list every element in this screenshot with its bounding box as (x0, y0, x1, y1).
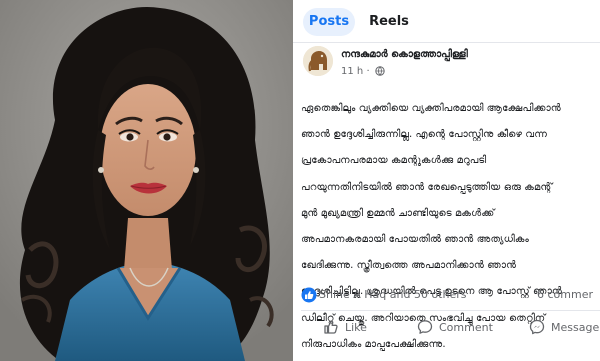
comment-button[interactable]: Comment (417, 318, 493, 338)
like-button[interactable]: Like (323, 318, 367, 338)
post-meta: 11 h · (341, 66, 385, 77)
comment-bubble-icon (417, 320, 433, 334)
post-text-line: പ്രകോപനപരമായ കമന്റുകൾക്കു മറുപടി (301, 155, 487, 167)
post-text-line: മുൻ മുഖ്യമന്ത്രി ഉമ്മൻ ചാണ്ടിയുടെ മകൾക്ക… (301, 207, 495, 219)
post-time[interactable]: 11 h (341, 66, 363, 77)
author-avatar[interactable] (303, 46, 333, 76)
tab-reels[interactable]: Reels (369, 8, 409, 36)
portrait-illustration (0, 0, 293, 361)
post-text-line: ഏതെങ്കിലും വ്യക്തിയെ വ്യക്തിപരമായി ആക്ഷേ… (301, 103, 561, 114)
elephant-icon (303, 46, 333, 76)
comment-label: Comment (439, 321, 493, 334)
post-text-line: ഞാൻ ഉദ്ദേശിച്ചിരുന്നില്ല. എന്റെ പോസ്റ്റി… (301, 129, 548, 141)
reactions-count[interactable]: Shine A Haq and 50 others (319, 286, 466, 304)
profile-photo (0, 0, 293, 361)
post-text-line: പറയുന്നതിനിടയിൽ ഞാൻ രേഖപ്പെടുത്തിയ ഒരു ക… (301, 181, 553, 193)
globe-icon (375, 66, 385, 76)
post-author-name[interactable]: നന്ദകുമാർ കൊളത്താപ്പിള്ളി (341, 49, 468, 60)
message-button[interactable]: Message (529, 318, 599, 338)
facebook-post-panel: Posts Reels നന്ദകുമാർ കൊളത്താപ്പിള്ളി 11… (293, 0, 600, 361)
post-text-line: അപമാനകരമായി പോയതിൽ ഞാൻ അത്യധികം (301, 234, 529, 246)
like-label: Like (345, 321, 367, 334)
actions-divider (301, 310, 600, 311)
thumbs-up-icon (324, 320, 338, 334)
message-label: Message (551, 321, 600, 334)
like-reaction-icon[interactable] (301, 287, 317, 303)
tabs-divider (293, 42, 600, 43)
comments-count[interactable]: 6 commer (537, 286, 593, 304)
tab-posts[interactable]: Posts (303, 8, 355, 36)
meta-separator: · (366, 66, 370, 77)
profile-tabs: Posts Reels (293, 0, 600, 42)
reactions-bar: Shine A Haq and 50 others 6 commer (301, 286, 600, 304)
post-text-line: ഖേദിക്കുന്നു. സ്ത്രീത്വത്തെ അപമാനിക്കാൻ … (301, 260, 517, 272)
messenger-icon (529, 319, 545, 335)
